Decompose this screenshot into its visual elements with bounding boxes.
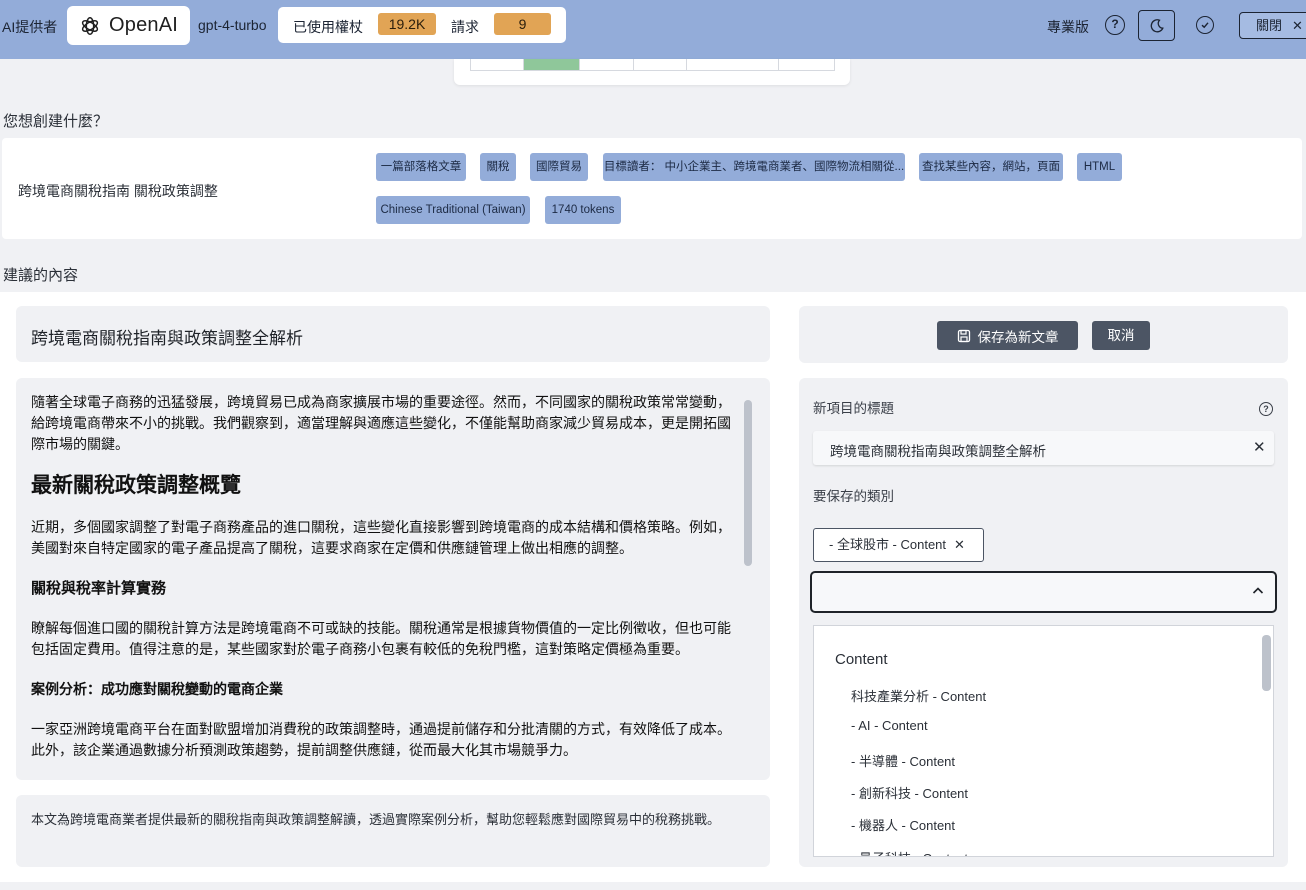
usage-panel: 已使用權杖 19.2K 請求 9 — [278, 7, 566, 43]
check-circle-icon[interactable] — [1196, 16, 1214, 34]
remove-tag-icon[interactable]: ✕ — [954, 537, 965, 552]
dropdown-option[interactable]: - 創新科技 - Content — [851, 783, 968, 802]
prompt-text: 跨境電商關稅指南 關稅政策調整 — [18, 183, 218, 199]
dropdown-option[interactable]: - AI - Content — [851, 718, 928, 733]
save-icon — [957, 329, 970, 342]
new-title-value: 跨境電商關稅指南與政策調整全解析 — [830, 444, 1046, 459]
article-summary-box: 本文為跨境電商業者提供最新的關稅指南與政策調整解讀，透過實際案例分析，幫助您輕鬆… — [16, 795, 770, 867]
article-heading-4: 案例分析：成功應對關稅變動的電商企業 — [31, 681, 283, 697]
category-select[interactable] — [810, 571, 1277, 613]
close-button-label: 關閉 — [1256, 18, 1283, 33]
dropdown-option[interactable]: - 機器人 - Content — [851, 815, 955, 834]
chip-source[interactable]: 查找某些內容，網站，頁面 — [919, 153, 1063, 181]
help-icon[interactable]: ? — [1259, 402, 1273, 416]
suggested-heading: 建議的內容 — [3, 267, 79, 284]
article-paragraph: 隨著全球電子商務的迅猛發展，跨境貿易已成為商家擴展市場的重要途徑。然而，不同國家… — [31, 394, 731, 452]
new-title-input[interactable]: 跨境電商關稅指南與政策調整全解析 ✕ — [813, 431, 1274, 465]
article-scrollbar[interactable] — [744, 400, 752, 566]
plan-label[interactable]: 專業版 — [1047, 17, 1089, 37]
selected-category-label: - 全球股市 - Content — [829, 537, 947, 552]
chip-language[interactable]: Chinese Traditional (Taiwan) — [376, 196, 530, 224]
save-as-new-article-button[interactable]: 保存為新文章 — [937, 321, 1078, 350]
new-title-label: 新項目的標題 — [813, 401, 894, 416]
close-button[interactable]: 關閉 ✕ — [1239, 12, 1306, 39]
chip-audience[interactable]: 目標讀者： 中小企業主、跨境電商業者、國際物流相關從... — [603, 153, 905, 181]
requests-badge: 9 — [494, 13, 551, 35]
provider-selector[interactable]: OpenAI — [67, 6, 190, 45]
category-dropdown: Content 科技產業分析 - Content - AI - Content … — [813, 625, 1274, 857]
tokens-used-badge: 19.2K — [378, 13, 436, 35]
chip-keyword[interactable]: 國際貿易 — [530, 153, 588, 181]
dropdown-option[interactable]: 科技產業分析 - Content — [851, 686, 986, 705]
top-bar: AI提供者 OpenAI gpt-4-turbo 已使用權杖 19.2K 請求 … — [0, 0, 1306, 59]
dropdown-option[interactable]: - 量子科技 - Content — [851, 848, 968, 856]
chevron-up-icon[interactable] — [1250, 583, 1266, 599]
provider-label: AI提供者 — [2, 19, 58, 35]
chip-keyword[interactable]: 關稅 — [480, 153, 516, 181]
article-paragraph: 近期，多個國家調整了對電子商務產品的進口關稅，這些變化直接影響到跨境電商的成本結… — [31, 519, 731, 556]
article-summary: 本文為跨境電商業者提供最新的關稅指南與政策調整解讀，透過實際案例分析，幫助您輕鬆… — [31, 812, 721, 827]
chip-format[interactable]: HTML — [1077, 153, 1122, 181]
chip-type[interactable]: 一篇部落格文章 — [376, 153, 466, 181]
chip-tokens[interactable]: 1740 tokens — [545, 196, 621, 224]
save-button-label: 保存為新文章 — [977, 329, 1059, 345]
category-label: 要保存的類別 — [813, 489, 894, 504]
tokens-used-label: 已使用權杖 — [293, 19, 363, 35]
provider-name: OpenAI — [108, 14, 179, 36]
dropdown-scrollbar[interactable] — [1262, 635, 1271, 691]
article-paragraph: 瞭解每個進口國的關稅計算方法是跨境電商不可或缺的技能。關稅通常是根據貨物價值的一… — [31, 620, 731, 657]
model-name[interactable]: gpt-4-turbo — [198, 17, 266, 33]
dropdown-option[interactable]: - 半導體 - Content — [851, 751, 955, 770]
dark-mode-toggle[interactable] — [1138, 10, 1175, 41]
article-paragraph: 一家亞洲跨境電商平台在面對歐盟增加消費稅的政策調整時，通過提前儲存和分批清關的方… — [31, 721, 731, 758]
cancel-button[interactable]: 取消 — [1092, 321, 1150, 350]
dropdown-group-label: Content — [835, 651, 888, 668]
article-body[interactable]: 隨著全球電子商務的迅猛發展，跨境貿易已成為商家擴展市場的重要途徑。然而，不同國家… — [16, 378, 770, 780]
help-icon[interactable]: ? — [1105, 15, 1125, 35]
article-heading-3: 關稅與稅率計算實務 — [31, 580, 167, 597]
article-title: 跨境電商關稅指南與政策調整全解析 — [31, 329, 303, 348]
moon-icon — [1150, 18, 1164, 32]
previous-table — [470, 59, 835, 71]
requests-label: 請求 — [451, 19, 479, 35]
create-heading: 您想創建什麼？ — [3, 113, 109, 130]
clear-icon[interactable]: ✕ — [1253, 438, 1266, 456]
selected-category-tag[interactable]: - 全球股市 - Content ✕ — [813, 528, 984, 562]
article-title-box: 跨境電商關稅指南與政策調整全解析 — [16, 306, 770, 362]
close-icon: ✕ — [1292, 18, 1303, 33]
openai-logo-icon — [81, 16, 99, 35]
article-heading-2: 最新關稅政策調整概覽 — [31, 474, 241, 497]
